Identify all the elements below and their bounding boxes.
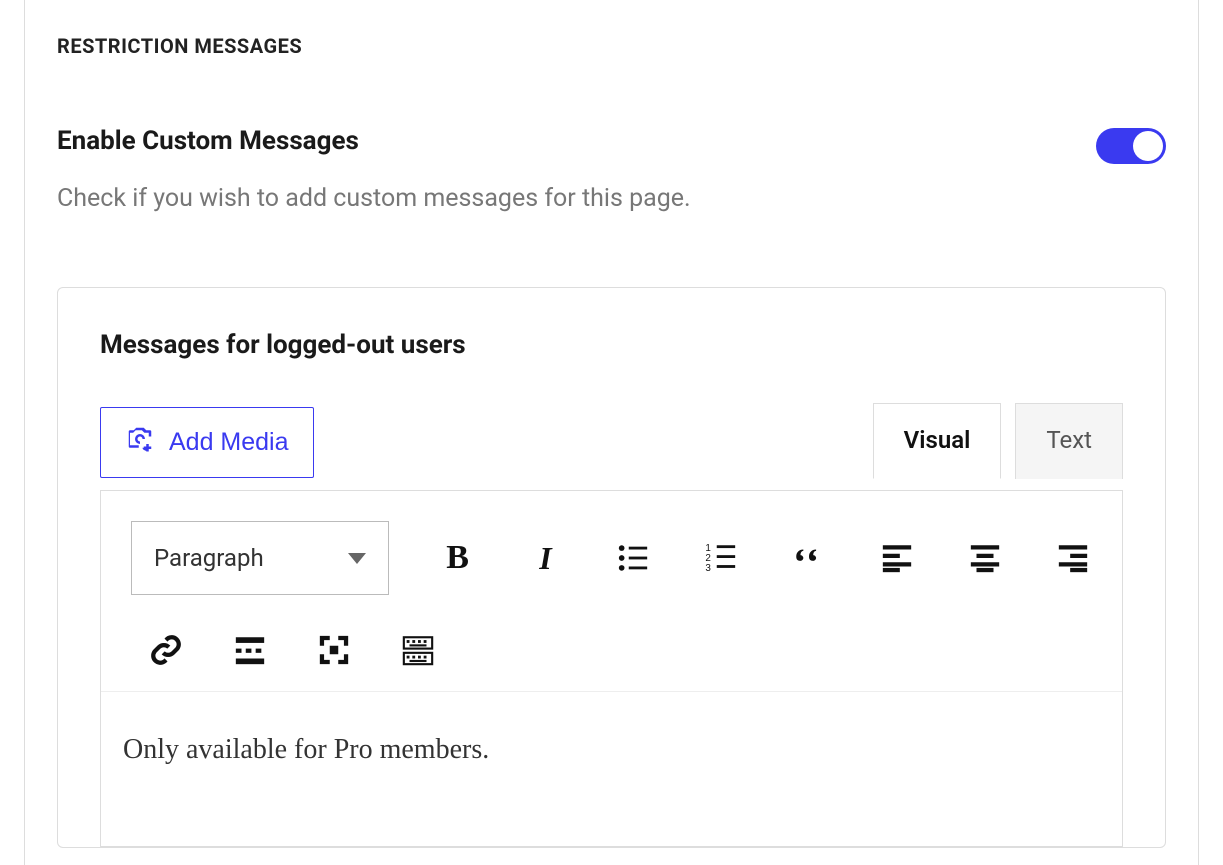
keyboard-icon: [401, 633, 435, 667]
format-select-value: Paragraph: [154, 544, 264, 572]
toggle-description: Check if you wish to add custom messages…: [57, 184, 1166, 213]
italic-button[interactable]: I: [527, 539, 565, 577]
toolbar-toggle-button[interactable]: [399, 631, 437, 669]
editor-panel: Messages for logged-out users Add Media …: [57, 287, 1166, 848]
toolbar-row-2: [131, 631, 1092, 669]
toggle-label: Enable Custom Messages: [57, 126, 359, 156]
fullscreen-button[interactable]: [315, 631, 353, 669]
add-media-label: Add Media: [169, 428, 289, 457]
camera-icon: [125, 424, 155, 461]
align-left-icon: [880, 541, 914, 575]
media-tab-row: Add Media Visual Text: [100, 402, 1123, 478]
italic-icon: I: [539, 540, 551, 577]
read-more-button[interactable]: [231, 631, 269, 669]
section-title: RESTRICTION MESSAGES: [57, 34, 1166, 58]
read-more-icon: [233, 633, 267, 667]
settings-panel: RESTRICTION MESSAGES Enable Custom Messa…: [24, 0, 1199, 865]
toolbar-row-1: Paragraph B I: [131, 521, 1092, 595]
bullet-list-icon: [616, 541, 650, 575]
format-select[interactable]: Paragraph: [131, 521, 389, 595]
add-media-button[interactable]: Add Media: [100, 407, 314, 478]
align-center-icon: [968, 541, 1002, 575]
link-icon: [149, 633, 183, 667]
tab-visual[interactable]: Visual: [873, 403, 1002, 479]
panel-heading: Messages for logged-out users: [100, 330, 1123, 360]
fullscreen-icon: [317, 633, 351, 667]
link-button[interactable]: [147, 631, 185, 669]
tab-text[interactable]: Text: [1015, 403, 1123, 479]
caret-down-icon: [348, 553, 366, 564]
enable-custom-messages-toggle[interactable]: [1096, 128, 1166, 164]
bold-icon: B: [446, 539, 469, 577]
svg-text:3: 3: [706, 563, 712, 574]
numbered-list-button[interactable]: 1 2 3: [702, 539, 740, 577]
bold-button[interactable]: B: [439, 539, 477, 577]
align-center-button[interactable]: [966, 539, 1004, 577]
editor-toolbar: Paragraph B I: [101, 491, 1122, 692]
bullet-list-button[interactable]: [614, 539, 652, 577]
enable-custom-messages-row: Enable Custom Messages: [57, 126, 1166, 164]
blockquote-icon: [792, 541, 826, 575]
align-right-button[interactable]: [1054, 539, 1092, 577]
editor-tabs: Visual Text: [873, 402, 1123, 478]
editor-frame: Paragraph B I: [100, 490, 1123, 847]
numbered-list-icon: 1 2 3: [704, 541, 738, 575]
align-left-button[interactable]: [878, 539, 916, 577]
align-right-icon: [1056, 541, 1090, 575]
blockquote-button[interactable]: [790, 539, 828, 577]
toggle-knob: [1133, 131, 1163, 161]
editor-content[interactable]: Only available for Pro members.: [101, 692, 1122, 846]
